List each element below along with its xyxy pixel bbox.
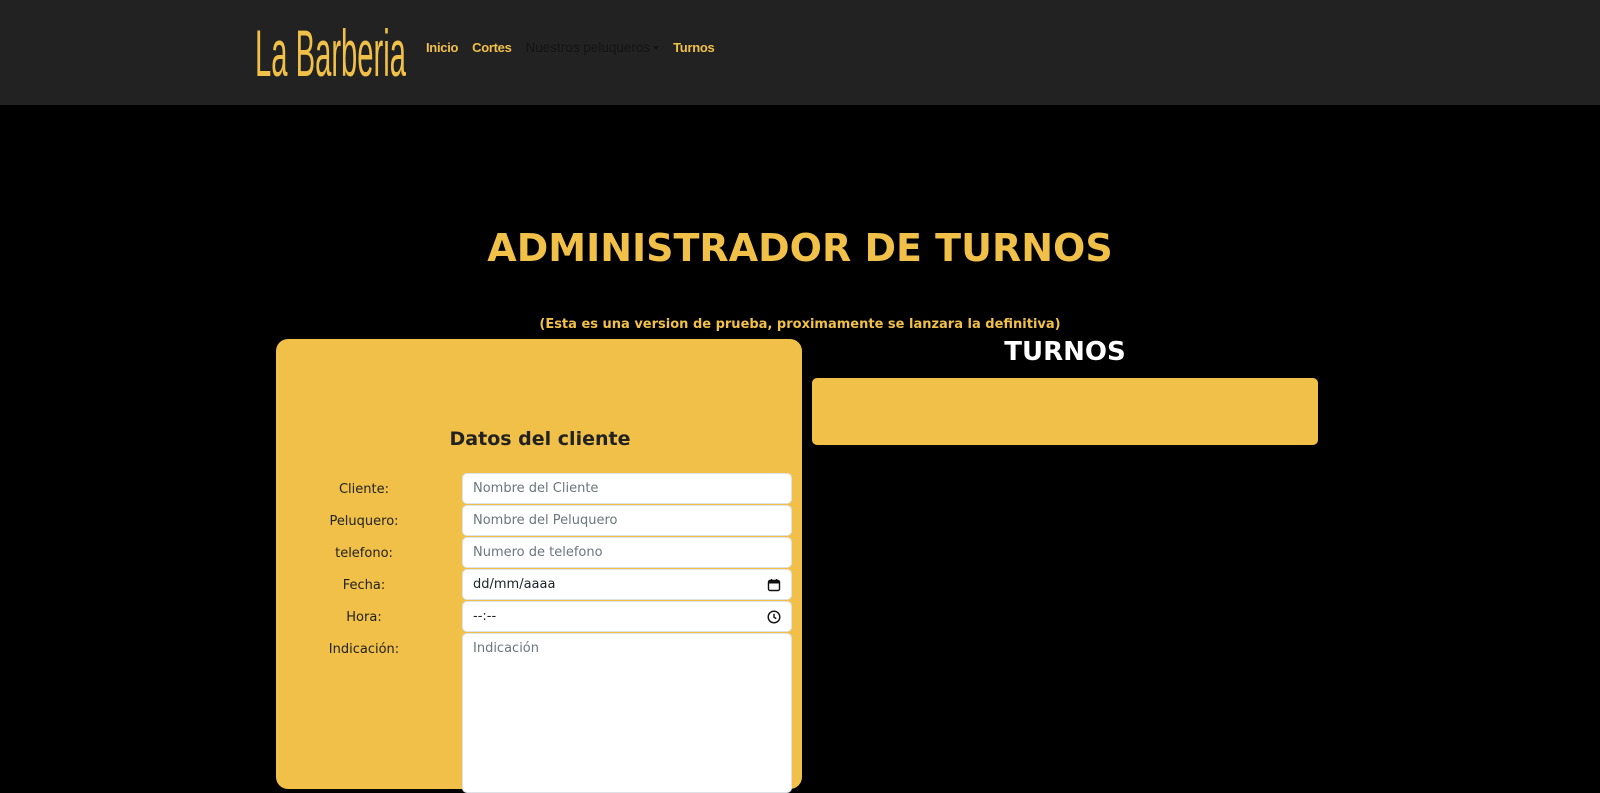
- form-heading-text: Datos del cliente: [449, 428, 631, 450]
- indicacion-textarea[interactable]: Indicación: [462, 633, 792, 793]
- fecha-label: Fecha:: [342, 578, 386, 593]
- caret-down-icon: [653, 46, 660, 50]
- fecha-value: dd/mm/aaaa: [473, 577, 556, 592]
- navbar: La Barberia Inicio Cortes Nuestros peluq…: [0, 0, 1600, 105]
- fecha-input[interactable]: dd/mm/aaaa: [462, 569, 792, 600]
- clock-icon[interactable]: [767, 610, 781, 624]
- brand-logo[interactable]: La Barberia: [255, 14, 407, 80]
- page-subtitle: (Esta es una version de prueba, proximam…: [539, 317, 1061, 332]
- form-row-telefono: telefono: Numero de telefono: [276, 537, 802, 569]
- form-row-peluquero: Peluquero: Nombre del Peluquero: [276, 505, 802, 537]
- turnos-title: TURNOS: [1004, 337, 1126, 367]
- hora-label: Hora:: [346, 610, 382, 625]
- form-row-fecha: Fecha: dd/mm/aaaa: [276, 569, 802, 601]
- nav-links: Inicio Cortes Nuestros peluqueros Turnos: [426, 40, 728, 55]
- peluquero-label: Peluquero:: [329, 514, 399, 529]
- client-form-card: Datos del cliente Cliente: Nombre del Cl…: [276, 339, 802, 793]
- brand-logo-text: La Barberia: [255, 16, 406, 80]
- nav-link-inicio[interactable]: Inicio: [426, 40, 458, 55]
- form-row-cliente: Cliente: Nombre del Cliente: [276, 473, 802, 505]
- form-row-indicacion: Indicación: Indicación: [276, 633, 802, 793]
- page-title: ADMINISTRADOR DE TURNOS: [487, 226, 1113, 270]
- peluquero-input[interactable]: Nombre del Peluquero: [462, 505, 792, 536]
- cliente-input[interactable]: Nombre del Cliente: [462, 473, 792, 504]
- form-row-hora: Hora: --:--: [276, 601, 802, 633]
- hora-value: --:--: [473, 609, 497, 624]
- turnos-list: [812, 378, 1318, 445]
- cliente-label: Cliente:: [338, 482, 389, 497]
- calendar-icon[interactable]: [767, 578, 781, 592]
- nav-dropdown-label: Nuestros peluqueros: [525, 40, 651, 55]
- nav-dropdown-peluqueros[interactable]: Nuestros peluqueros: [526, 40, 660, 55]
- brand-name: La Barberia: [255, 16, 406, 80]
- hora-input[interactable]: --:--: [462, 601, 792, 632]
- indicacion-label: Indicación:: [328, 642, 400, 657]
- telefono-input[interactable]: Numero de telefono: [462, 537, 792, 568]
- telefono-label: telefono:: [335, 546, 393, 561]
- form-heading: Datos del cliente: [276, 428, 802, 450]
- nav-link-cortes[interactable]: Cortes: [472, 40, 512, 55]
- nav-link-turnos[interactable]: Turnos: [673, 40, 715, 55]
